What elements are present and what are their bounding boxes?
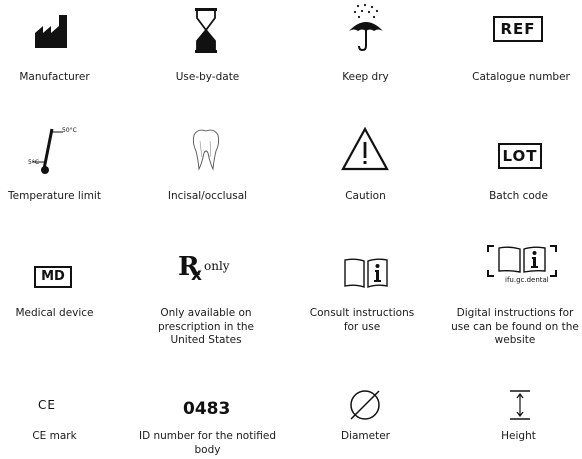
notified-body-number: 0483 xyxy=(183,399,231,419)
tooth-icon xyxy=(190,127,222,171)
symbol-label: Batch code xyxy=(489,190,548,202)
md-box-icon: MD xyxy=(34,265,72,288)
symbol-label: CE mark xyxy=(32,430,77,442)
ref-box-icon: REF xyxy=(493,16,543,42)
symbol-label: Catalogue number xyxy=(472,71,570,83)
symbol-label: Digital instructions for use can be foun… xyxy=(451,307,579,346)
symbol-label: Diameter xyxy=(340,430,391,442)
diameter-icon xyxy=(348,388,382,422)
eifu-icon xyxy=(486,244,558,280)
ce-mark-icon: CE xyxy=(38,398,56,412)
symbol-label: Temperature limit xyxy=(8,190,101,202)
symbol-label: Caution xyxy=(345,190,386,202)
temperature-low-value: 5°C xyxy=(28,159,40,166)
symbol-label: Consult instructions for use xyxy=(309,307,415,333)
symbol-label: Use-by-date xyxy=(175,71,240,83)
thermometer-icon xyxy=(30,122,86,178)
symbol-label: ID number for the notified body xyxy=(138,430,277,456)
umbrella-rain-icon xyxy=(346,3,386,53)
manufacturer-icon xyxy=(33,13,73,49)
caution-triangle-icon xyxy=(340,126,390,172)
symbol-label: Keep dry xyxy=(342,71,389,83)
eifu-url: ifu.gc.dental xyxy=(505,276,549,284)
symbol-label: Medical device xyxy=(15,307,94,319)
symbol-label: Height xyxy=(501,430,536,442)
symbol-label: Incisal/occlusal xyxy=(167,190,248,202)
temperature-high-value: 50°C xyxy=(62,127,77,134)
book-info-icon xyxy=(343,257,389,289)
symbol-label: Manufacturer xyxy=(19,71,90,83)
rx-icon: R x only xyxy=(178,252,230,285)
lot-box-icon: LOT xyxy=(498,143,542,169)
symbol-label: Only available on prescription in the Un… xyxy=(158,307,254,346)
hourglass-icon xyxy=(194,8,218,53)
height-icon xyxy=(509,390,531,420)
